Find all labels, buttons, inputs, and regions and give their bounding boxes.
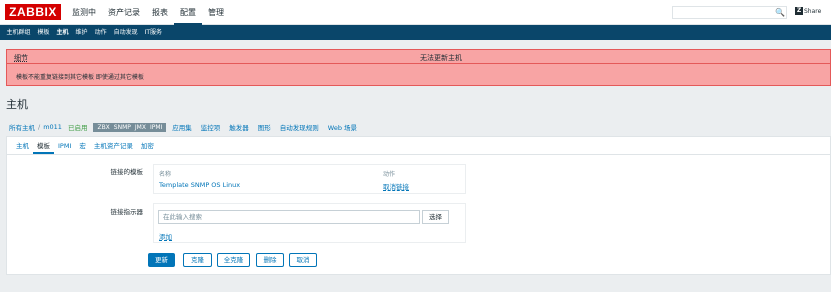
error-message-box: 细节 无法更新主机 模板不能重复链接到其它模板 即使通过其它模板 (6, 49, 831, 86)
error-detail-text: 模板不能重复链接到其它模板 即使通过其它模板 (16, 74, 144, 81)
availability-snmp: SNMP (113, 123, 131, 131)
select-template-button[interactable]: 选择 (422, 210, 449, 224)
availability-zbx: ZBX (97, 123, 110, 131)
main-nav-inventory[interactable]: 资产记录 (102, 0, 146, 25)
breadcrumb-all-hosts[interactable]: 所有主机 (9, 122, 35, 132)
host-link-discovery-rules[interactable]: 自动发现规则 (280, 122, 319, 132)
add-template-link[interactable]: 添加 (159, 231, 172, 241)
sub-nav-discovery[interactable]: 自动发现 (110, 25, 141, 40)
sub-nav-maintenance[interactable]: 维护 (72, 25, 91, 40)
host-link-web-scenarios[interactable]: Web 场景 (328, 122, 357, 132)
main-nav: 监测中 资产记录 报表 配置 管理 (66, 0, 230, 25)
breadcrumb-host-name[interactable]: m011 (43, 123, 62, 131)
search-input[interactable] (672, 6, 787, 19)
share-z-icon: Z (795, 7, 803, 15)
sub-nav: 主机群组 模板 主机 维护 动作 自动发现 IT服务 (0, 25, 831, 40)
host-link-items[interactable]: 监控项 (201, 122, 221, 132)
linked-templates-label: 链接的模板 (110, 168, 144, 176)
unlink-template-link[interactable]: 取消链接 (383, 181, 409, 191)
page-title: 主机 (6, 98, 28, 111)
link-indicator-label: 链接指示器 (110, 208, 144, 216)
top-header: ZABBIX 监测中 资产记录 报表 配置 管理 🔍 Z Share (0, 0, 831, 25)
clone-button[interactable]: 克隆 (183, 253, 212, 267)
share-button[interactable]: Z Share (795, 7, 821, 15)
sub-nav-it-services[interactable]: IT服务 (141, 25, 165, 40)
tabs-divider (7, 154, 830, 155)
delete-button[interactable]: 删除 (256, 253, 284, 267)
error-details-toggle[interactable]: 细节 (14, 53, 28, 63)
tab-host[interactable]: 主机 (12, 141, 33, 154)
availability-jmx: JMX (134, 123, 146, 131)
error-message-header: 细节 无法更新主机 (7, 50, 830, 64)
linked-templates-table: 名称 动作 Template SNMP OS Linux 取消链接 (153, 164, 466, 194)
host-link-triggers[interactable]: 触发器 (229, 122, 249, 132)
host-status-enabled: 已启用 (67, 124, 88, 132)
sub-nav-templates[interactable]: 模板 (34, 25, 53, 40)
tab-ipmi[interactable]: IPMI (54, 141, 75, 154)
tab-inventory[interactable]: 主机资产记录 (90, 141, 137, 154)
sub-nav-host-groups[interactable]: 主机群组 (3, 25, 34, 40)
breadcrumb-separator: / (38, 123, 41, 131)
breadcrumb: 所有主机 / m011 已启用 ZBX SNMP JMX IPMI 应用集 监控… (9, 122, 366, 132)
zabbix-logo[interactable]: ZABBIX (5, 4, 61, 20)
host-link-applications[interactable]: 应用集 (172, 122, 192, 132)
template-search-input[interactable] (158, 210, 420, 224)
error-title: 无法更新主机 (420, 54, 462, 62)
main-nav-administration[interactable]: 管理 (202, 0, 230, 25)
cancel-button[interactable]: 取消 (289, 253, 317, 267)
tab-encryption[interactable]: 加密 (137, 141, 158, 154)
main-nav-configuration[interactable]: 配置 (174, 0, 202, 25)
main-nav-monitoring[interactable]: 监测中 (66, 0, 102, 25)
search-icon[interactable]: 🔍 (773, 6, 787, 19)
link-indicator-box: 选择 添加 (153, 203, 466, 243)
main-nav-reports[interactable]: 报表 (146, 0, 174, 25)
host-link-graphs[interactable]: 图形 (258, 122, 271, 132)
host-form: 主机 模板 IPMI 宏 主机资产记录 加密 链接的模板 名称 动作 Templ… (6, 136, 831, 275)
full-clone-button[interactable]: 全克隆 (217, 253, 250, 267)
sub-nav-actions[interactable]: 动作 (91, 25, 110, 40)
sub-nav-hosts[interactable]: 主机 (53, 25, 72, 40)
tab-templates[interactable]: 模板 (33, 141, 54, 154)
linked-template-name[interactable]: Template SNMP OS Linux (159, 181, 240, 189)
update-button[interactable]: 更新 (148, 253, 175, 267)
tab-macros[interactable]: 宏 (75, 141, 90, 154)
form-tabs: 主机 模板 IPMI 宏 主机资产记录 加密 (12, 141, 158, 154)
column-header-name: 名称 (159, 171, 172, 178)
availability-badges: ZBX SNMP JMX IPMI (93, 122, 167, 132)
availability-ipmi: IPMI (149, 123, 163, 131)
share-label: Share (804, 7, 822, 15)
column-header-action: 动作 (383, 171, 396, 178)
